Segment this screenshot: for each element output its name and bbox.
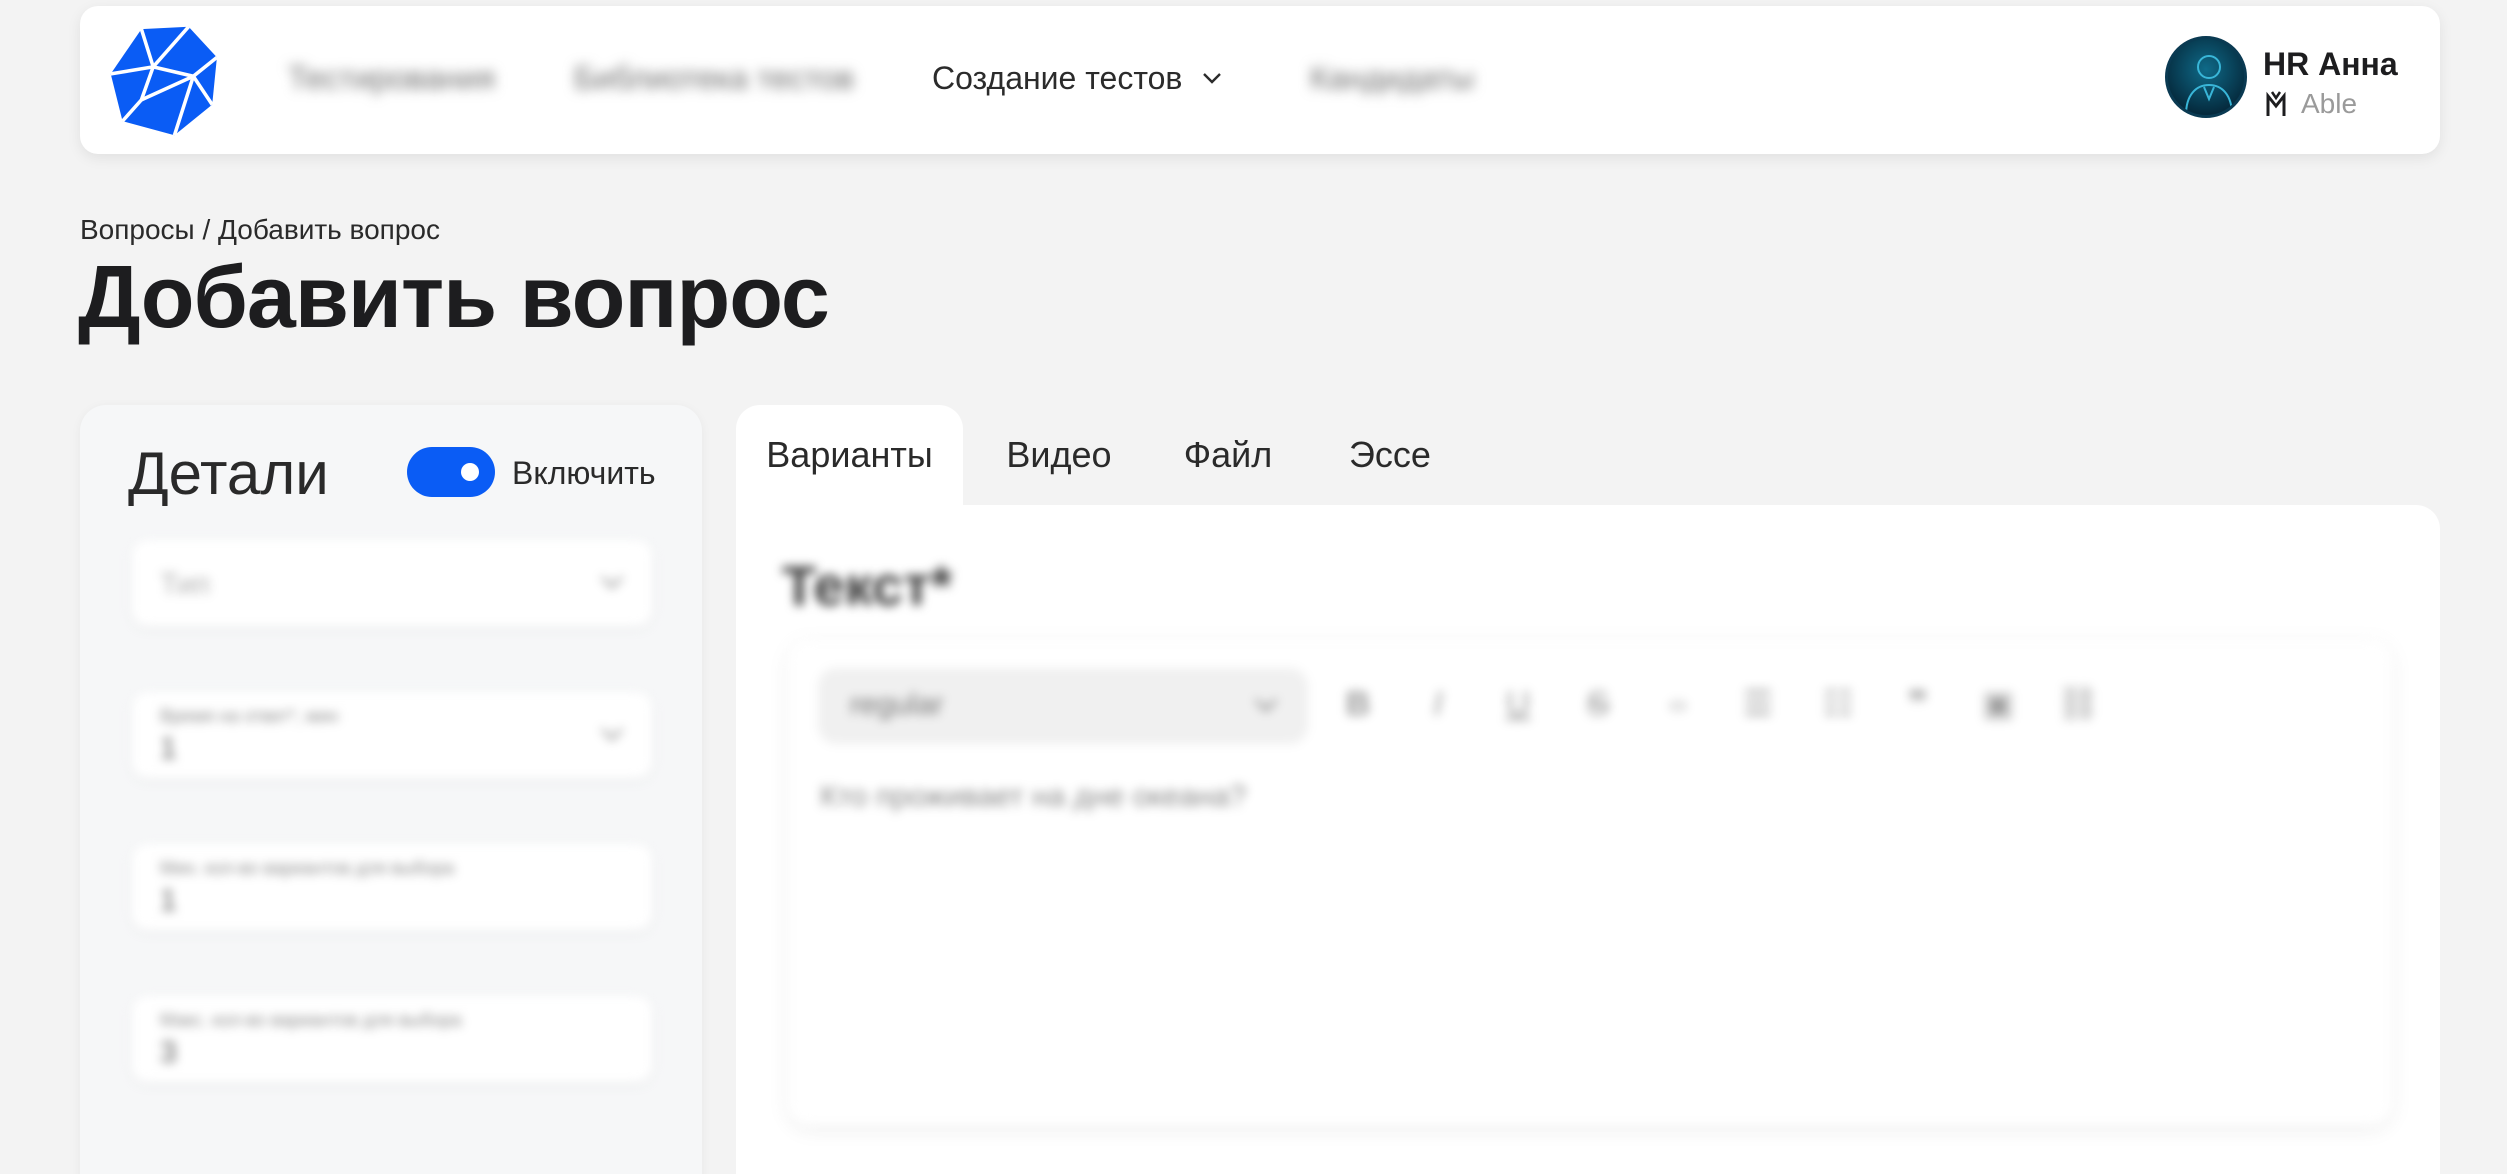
user-company-name: Able [2301, 88, 2358, 119]
nav-item-test-library[interactable]: Библиотека тестов [574, 58, 854, 98]
tab-file[interactable]: Файл [1170, 405, 1286, 505]
user-company: Able [2265, 88, 2357, 120]
editor-card: Текст* regular B I U S ‹› ☰ ☷ ❞ ▣ ⛓ Кто … [736, 505, 2440, 1174]
page-title: Добавить вопрос [78, 247, 830, 346]
top-header: Тестирования Библиотека тестов Создание … [80, 6, 2440, 154]
image-icon[interactable]: ▣ [1978, 684, 2018, 724]
rich-text-editor[interactable]: regular B I U S ‹› ☰ ☷ ❞ ▣ ⛓ Кто прожива… [788, 640, 2392, 1125]
user-name: HR Анна [2263, 46, 2398, 82]
type-select-placeholder: Тип [160, 568, 211, 601]
text-label: Текст* [782, 554, 953, 617]
details-title: Детали [128, 440, 329, 507]
app-logo-icon[interactable] [106, 22, 224, 140]
code-icon[interactable]: ‹› [1658, 684, 1698, 724]
answer-time-value: 1 [160, 732, 177, 765]
max-choices-value: 3 [160, 1036, 177, 1069]
bullet-list-icon[interactable]: ☰ [1738, 684, 1778, 724]
nav-item-candidates[interactable]: Кандидаты [1310, 58, 1474, 98]
chevron-down-icon [1254, 698, 1278, 713]
format-select-value: regular [850, 688, 944, 721]
numbered-list-icon[interactable]: ☷ [1818, 684, 1858, 724]
avatar[interactable] [2165, 36, 2247, 118]
answer-time-select[interactable]: Время на ответ*, мин 1 [132, 692, 652, 778]
min-choices-label: Мин. кол-во вариантов для выбора [160, 858, 455, 878]
strikethrough-icon[interactable]: S [1578, 684, 1618, 724]
max-choices-input[interactable]: Макс. кол-во вариантов для выбора 3 [132, 996, 652, 1082]
tab-variants[interactable]: Варианты [736, 405, 963, 505]
format-select[interactable]: regular [818, 668, 1308, 744]
quote-icon[interactable]: ❞ [1898, 684, 1938, 724]
answer-time-label: Время на ответ*, мин [160, 706, 339, 726]
bold-icon[interactable]: B [1338, 684, 1378, 724]
editor-text-content[interactable]: Кто проживает на дне океана? [820, 780, 1246, 814]
user-silhouette-icon [2185, 55, 2233, 115]
italic-icon[interactable]: I [1418, 684, 1458, 724]
breadcrumb[interactable]: Вопросы / Добавить вопрос [80, 214, 440, 246]
nav-item-test-creation[interactable]: Создание тестов [932, 58, 1224, 98]
nav-item-testing[interactable]: Тестирования [288, 58, 495, 98]
link-icon[interactable]: ⛓ [2056, 684, 2099, 724]
enable-toggle[interactable] [407, 447, 495, 497]
tab-video[interactable]: Видео [992, 405, 1126, 505]
min-choices-input[interactable]: Мин. кол-во вариантов для выбора 1 [132, 844, 652, 930]
details-panel: Детали Включить Тип Время на ответ*, мин… [80, 405, 702, 1174]
chevron-down-icon [600, 727, 624, 742]
max-choices-label: Макс. кол-во вариантов для выбора [160, 1010, 462, 1030]
enable-toggle-label: Включить [512, 455, 656, 491]
type-select[interactable]: Тип [132, 540, 652, 626]
min-choices-value: 1 [160, 884, 177, 917]
toggle-knob [461, 463, 479, 481]
nav-item-test-creation-label: Создание тестов [932, 60, 1183, 96]
underline-icon[interactable]: U [1498, 684, 1538, 724]
chevron-down-icon [1203, 73, 1222, 84]
chevron-down-icon [600, 575, 624, 590]
tab-essay[interactable]: Эссе [1340, 405, 1440, 505]
company-logo-icon [2266, 91, 2286, 116]
